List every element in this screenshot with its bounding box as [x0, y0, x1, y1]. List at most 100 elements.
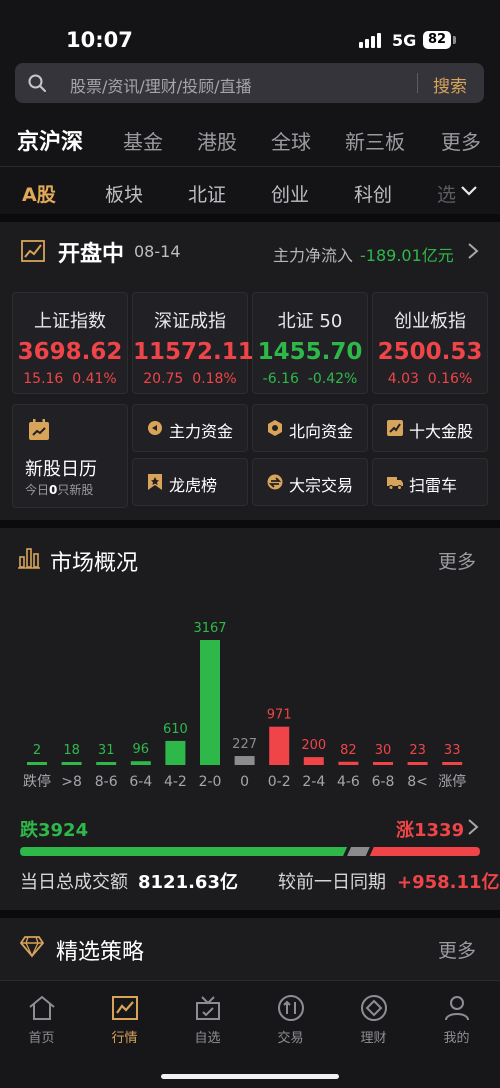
subtab-chinext[interactable]: 创业: [271, 180, 309, 207]
fn-label: 龙虎榜: [169, 476, 218, 495]
bar-value-label: 3167: [193, 621, 226, 636]
index-name: 创业板指: [394, 311, 466, 332]
search-bar[interactable]: 股票/资讯/理财/投顾/直播 搜索: [15, 63, 484, 103]
subtab-sector[interactable]: 板块: [105, 180, 143, 207]
index-card-bse50[interactable]: 北证 50 1455.70 -6.16 -0.42%: [252, 292, 368, 394]
bar-value-label: 82: [340, 743, 357, 758]
minesweeper-button[interactable]: 扫雷车: [372, 458, 488, 506]
tabs-divider: [0, 166, 500, 167]
index-value: 1455.70: [257, 339, 363, 365]
main-flow-value[interactable]: -189.01亿元: [360, 242, 454, 266]
search-button[interactable]: 搜索: [433, 72, 467, 97]
chart-up-icon: [387, 420, 403, 436]
decliners-segment: [20, 847, 348, 856]
calendar-icon: [29, 419, 49, 440]
price-change-distribution-chart: 2 跌停 18 >8 31 8-6 96 6-4 610 4-2 3167 2-0 227 0 971 0-2…: [23, 621, 466, 790]
chevron-down-icon[interactable]: [458, 180, 480, 202]
home-icon: [29, 995, 55, 1020]
index-change: -6.16 -0.42%: [262, 371, 358, 387]
category-label: 0-2: [268, 774, 291, 790]
search-input[interactable]: 股票/资讯/理财/投顾/直播: [70, 73, 252, 97]
turnover-label: 当日总成交额: [20, 872, 128, 893]
section-gap: [0, 520, 500, 528]
signal-icon: [359, 32, 383, 48]
category-label: 涨停: [438, 773, 466, 790]
main-flow-label[interactable]: 主力净流入: [273, 242, 353, 266]
index-value: 2500.53: [377, 339, 483, 365]
category-label: 8<: [407, 774, 428, 790]
advancers-segment: [369, 847, 480, 856]
search-divider: [417, 73, 418, 93]
turnover-value: 8121.63亿: [138, 872, 238, 893]
nav-watchlist[interactable]: 自选: [166, 981, 249, 1051]
fn-label: 北向资金: [289, 422, 354, 441]
nav-label: 行情: [111, 1031, 138, 1046]
subtab-bse[interactable]: 北证: [188, 180, 226, 207]
category-label: 4-6: [337, 774, 360, 790]
nav-label: 首页: [28, 1031, 55, 1046]
tab-hk[interactable]: 港股: [197, 126, 237, 155]
decliners-count[interactable]: 跌3924: [20, 816, 88, 842]
strategy-title: 精选策略: [56, 940, 145, 965]
trend-icon: [21, 240, 45, 262]
home-indicator: [161, 1074, 339, 1079]
distribution-bar: [373, 762, 393, 765]
fn-label: 十大金股: [409, 422, 474, 441]
status-bar: 10:07 5G 82: [0, 0, 500, 60]
advancers-count[interactable]: 涨1339: [396, 816, 464, 842]
subtab-star[interactable]: 科创: [354, 180, 392, 207]
bar-value-label: 96: [133, 742, 150, 757]
category-label: 跌停: [23, 773, 51, 790]
wealth-icon: [361, 995, 387, 1021]
category-label: 6-4: [129, 774, 152, 790]
market-chart-icon: [112, 996, 138, 1020]
tab-global[interactable]: 全球: [271, 126, 311, 155]
index-card-chinext[interactable]: 创业板指 2500.53 4.03 0.16%: [372, 292, 488, 394]
block-trade-button[interactable]: 大宗交易: [252, 458, 368, 506]
distribution-bar: [200, 640, 220, 765]
overview-more-link[interactable]: 更多: [438, 547, 476, 574]
main-capital-button[interactable]: 主力资金: [132, 404, 248, 452]
tab-more[interactable]: 更多: [441, 126, 481, 155]
market-tabs: 京沪深 基金 港股 全球 新三板 更多: [0, 118, 500, 162]
category-label: 2-4: [302, 774, 325, 790]
distribution-bar: [234, 756, 255, 765]
subtab-a-share[interactable]: A股: [22, 180, 56, 207]
nav-profile[interactable]: 我的: [415, 981, 498, 1051]
tab-fund[interactable]: 基金: [123, 126, 163, 155]
compass-icon: [268, 420, 282, 436]
index-card-sse[interactable]: 上证指数 3698.62 15.16 0.41%: [12, 292, 128, 394]
nav-wealth[interactable]: 理财: [332, 981, 415, 1051]
sub-tabs: A股 板块 北证 创业 科创 选: [0, 168, 500, 214]
nav-trade[interactable]: 交易: [249, 981, 332, 1051]
bookmark-icon: [148, 474, 162, 490]
dragon-tiger-button[interactable]: 龙虎榜: [132, 458, 248, 506]
subtab-select[interactable]: 选: [437, 180, 456, 207]
ipo-calendar-card[interactable]: 新股日历 今日0只新股: [12, 404, 128, 508]
distribution-bar: [27, 762, 47, 765]
nav-home[interactable]: 首页: [0, 981, 83, 1051]
bar-value-label: 610: [163, 722, 188, 737]
bar-value-label: 971: [267, 708, 292, 723]
truck-icon: [387, 477, 403, 490]
tab-neeq[interactable]: 新三板: [345, 126, 405, 155]
index-card-szse[interactable]: 深证成指 11572.11 20.75 0.18%: [132, 292, 254, 394]
section-gap: [0, 214, 500, 222]
flat-segment: [347, 847, 370, 856]
chevron-right-icon[interactable]: [466, 817, 480, 837]
category-label: >8: [61, 774, 82, 790]
ipo-calendar-title: 新股日历: [25, 459, 97, 480]
bar-value-label: 18: [63, 743, 80, 758]
distribution-bar: [96, 762, 117, 765]
top-ten-stocks-button[interactable]: 十大金股: [372, 404, 488, 452]
distribution-bar: [130, 761, 151, 765]
distribution-bar: [303, 757, 324, 765]
bar-value-label: 200: [301, 738, 326, 753]
status-time: 10:07: [66, 28, 133, 52]
northbound-button[interactable]: 北向资金: [252, 404, 368, 452]
distribution-bar: [61, 762, 82, 765]
strategy-more-link[interactable]: 更多: [438, 936, 476, 963]
nav-market[interactable]: 行情: [83, 981, 166, 1051]
tab-jinghushen[interactable]: 京沪深: [17, 124, 83, 156]
chevron-right-icon[interactable]: [466, 241, 480, 261]
